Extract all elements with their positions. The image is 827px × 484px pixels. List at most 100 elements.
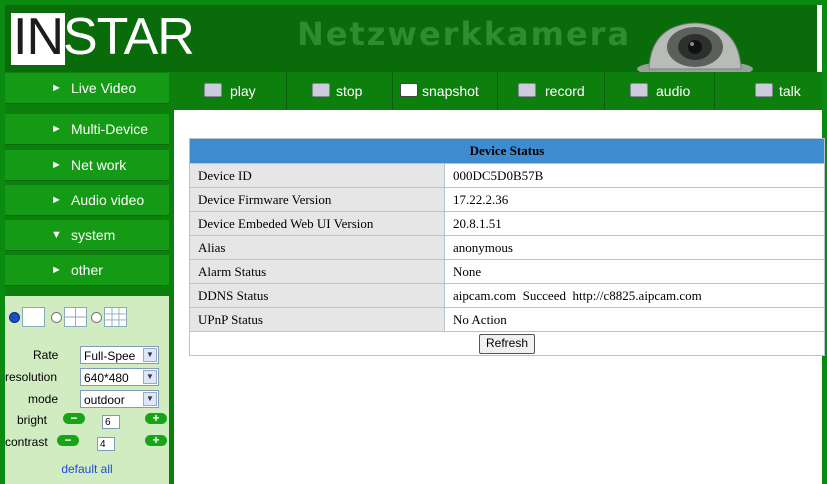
stop-button[interactable]: stop (286, 72, 393, 110)
resolution-select[interactable]: 640*480 ▼ (80, 368, 159, 386)
audio-label: audio (656, 83, 691, 99)
audio-icon (630, 83, 648, 97)
contrast-plus-button[interactable]: + (145, 434, 167, 446)
bright-minus-button[interactable]: − (63, 412, 85, 424)
mode-select[interactable]: outdoor ▼ (80, 390, 159, 408)
sidebar-item-label: Net work (71, 157, 127, 173)
layout-quad-icon (64, 307, 87, 327)
table-row: DDNS Status aipcam.com Succeed http://c8… (189, 283, 825, 308)
sidebar-item-label: Audio video (71, 192, 145, 208)
arrow-right-icon: ► (51, 159, 62, 171)
header-title: Netzwerkkamera (297, 15, 632, 53)
rate-label: Rate (33, 348, 59, 362)
sidebar-item-other[interactable]: ► other (5, 255, 169, 286)
arrow-right-icon: ► (51, 264, 62, 276)
refresh-cell: Refresh (189, 331, 825, 356)
arrow-right-icon: ► (51, 194, 62, 206)
snapshot-label: snapshot (422, 83, 479, 99)
contrast-value[interactable]: 4 (97, 437, 115, 451)
play-label: play (230, 83, 256, 99)
mode-value: outdoor (84, 393, 125, 407)
bright-value[interactable]: 6 (102, 415, 120, 429)
logo-prefix: IN (13, 8, 64, 66)
play-icon (204, 83, 222, 97)
bright-plus-button[interactable]: + (145, 412, 167, 424)
talk-button[interactable]: talk (714, 72, 823, 110)
sidebar-item-system[interactable]: ▼ system (5, 220, 169, 251)
layout-9-radio[interactable] (91, 312, 102, 323)
record-icon (518, 83, 536, 97)
refresh-button[interactable]: Refresh (478, 334, 536, 354)
table-header-row: Device Status (189, 138, 825, 164)
chevron-down-icon: ▼ (143, 348, 157, 362)
table-row: Alarm Status None (189, 259, 825, 284)
row-value: 000DC5D0B57B (444, 163, 825, 188)
row-value: 20.8.1.51 (444, 211, 825, 236)
table-row: UPnP Status No Action (189, 307, 825, 332)
table-row: Alias anonymous (189, 235, 825, 260)
sidebar-item-live-video[interactable]: ► Live Video (5, 73, 169, 104)
resolution-value: 640*480 (84, 371, 129, 385)
layout-single-icon (22, 307, 45, 327)
row-value: 17.22.2.36 (444, 187, 825, 212)
table-row: Device Firmware Version 17.22.2.36 (189, 187, 825, 212)
dome-camera-icon (637, 22, 753, 72)
mode-label: mode (28, 392, 59, 406)
logo-suffix: STAR (63, 8, 195, 66)
sidebar-item-label: system (71, 227, 116, 243)
resolution-label: resolution (5, 370, 58, 384)
stop-icon (312, 83, 330, 97)
arrow-down-icon: ▼ (51, 229, 62, 241)
record-button[interactable]: record (497, 72, 605, 110)
instar-logo: INSTAR (5, 5, 275, 72)
sidebar-item-multi-device[interactable]: ► Multi-Device (5, 114, 169, 145)
arrow-right-icon: ► (51, 82, 62, 94)
layout-nine-icon (104, 307, 127, 327)
logo-text: INSTAR (13, 7, 195, 67)
talk-label: talk (779, 83, 801, 99)
sidebar-item-audio-video[interactable]: ► Audio video (5, 185, 169, 216)
refresh-row: Refresh (189, 331, 825, 356)
layout-4-radio[interactable] (51, 312, 62, 323)
row-key: Alarm Status (189, 259, 445, 284)
sidebar-item-label: Live Video (71, 80, 137, 96)
sidebar-item-label: Multi-Device (71, 121, 149, 137)
bright-label: bright (17, 413, 48, 427)
sidebar-item-label: other (71, 262, 103, 278)
toolbar: play stop snapshot record audio talk (174, 72, 822, 110)
table-row: Device Embeded Web UI Version 20.8.1.51 (189, 211, 825, 236)
rate-select[interactable]: Full-Spee ▼ (80, 346, 159, 364)
chevron-down-icon: ▼ (143, 370, 157, 384)
row-key: Alias (189, 235, 445, 260)
row-key: UPnP Status (189, 307, 445, 332)
sidebar-item-network[interactable]: ► Net work (5, 150, 169, 181)
stop-label: stop (336, 83, 363, 99)
chevron-down-icon: ▼ (143, 392, 157, 406)
header-banner: INSTAR Netzwerkkamera (5, 5, 817, 72)
arrow-right-icon: ► (51, 123, 62, 135)
record-label: record (545, 83, 585, 99)
row-key: Device Firmware Version (189, 187, 445, 212)
row-value: No Action (444, 307, 825, 332)
main-content: Device Status Device ID 000DC5D0B57B Dev… (174, 110, 825, 484)
table-title: Device Status (189, 138, 825, 164)
default-all-link[interactable]: default all (5, 462, 169, 476)
contrast-minus-button[interactable]: − (57, 434, 79, 446)
play-button[interactable]: play (174, 72, 286, 110)
talk-icon (755, 83, 773, 97)
row-value: None (444, 259, 825, 284)
table-row: Device ID 000DC5D0B57B (189, 163, 825, 188)
row-key: Device ID (189, 163, 445, 188)
rate-value: Full-Spee (84, 349, 136, 363)
row-value: aipcam.com Succeed http://c8825.aipcam.c… (444, 283, 825, 308)
layout-1-radio[interactable] (9, 312, 20, 323)
audio-button[interactable]: audio (604, 72, 715, 110)
device-status-table: Device Status Device ID 000DC5D0B57B Dev… (189, 138, 825, 356)
row-key: Device Embeded Web UI Version (189, 211, 445, 236)
snapshot-icon (400, 83, 418, 97)
snapshot-button[interactable]: snapshot (392, 72, 498, 110)
row-key: DDNS Status (189, 283, 445, 308)
camera-control-panel: Rate Full-Spee ▼ resolution 640*480 ▼ mo… (5, 296, 169, 484)
row-value: anonymous (444, 235, 825, 260)
contrast-label: contrast (5, 435, 48, 449)
